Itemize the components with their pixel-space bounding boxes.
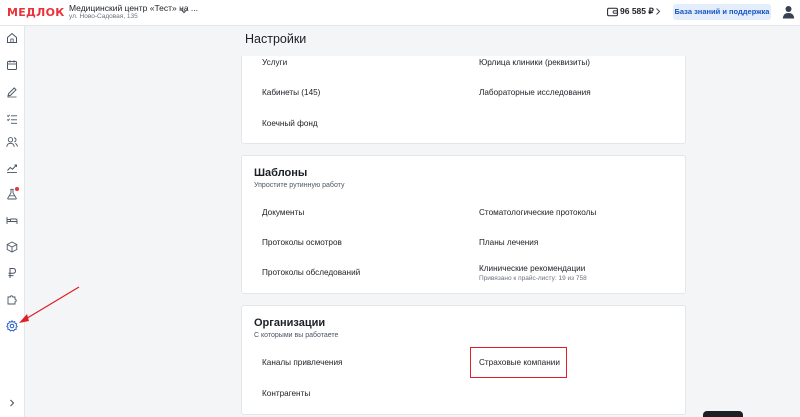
- link-services[interactable]: Услуги: [262, 58, 287, 67]
- bed-icon: [6, 217, 18, 224]
- sidebar-item-tasks[interactable]: [5, 112, 19, 126]
- chevron-right-icon[interactable]: [654, 7, 662, 16]
- card-title: Шаблоны: [254, 167, 308, 179]
- clinic-address: ул. Ново-Садовая, 135: [69, 13, 138, 20]
- wallet-icon: [607, 7, 618, 17]
- sidebar-item-analytics[interactable]: [5, 161, 19, 175]
- gear-icon: [6, 320, 18, 332]
- link-survey-protocols[interactable]: Протоколы обследований: [262, 268, 360, 277]
- sidebar-item-warehouse[interactable]: [5, 240, 19, 254]
- user-profile-icon[interactable]: [782, 5, 795, 19]
- sidebar-item-lab[interactable]: [5, 187, 19, 201]
- sidebar-item-patients[interactable]: [5, 135, 19, 149]
- box-icon: [6, 241, 18, 253]
- link-lab-tests[interactable]: Лабораторные исследования: [479, 88, 591, 97]
- link-clinical-guidelines[interactable]: Клинические рекомендации: [479, 264, 585, 273]
- ruble-icon: [8, 268, 17, 278]
- link-cabinets[interactable]: Кабинеты (145): [262, 88, 320, 97]
- link-acquisition-channels[interactable]: Каналы привлечения: [262, 358, 342, 367]
- settings-card-main: Услуги Кабинеты (145) Коечный фонд Юрлиц…: [241, 56, 686, 144]
- chevron-down-icon[interactable]: [179, 6, 189, 16]
- page-title: Настройки: [245, 32, 307, 46]
- sidebar: [0, 26, 25, 417]
- chart-line-icon: [7, 164, 17, 173]
- settings-card-templates: Шаблоны Упростите рутинную работу Докуме…: [241, 155, 686, 294]
- checklist-icon: [6, 114, 17, 124]
- sidebar-item-finance[interactable]: [5, 266, 19, 280]
- sidebar-item-calendar[interactable]: [5, 58, 19, 72]
- settings-card-organizations: Организации С которыми вы работаете Кана…: [241, 305, 686, 415]
- chat-widget[interactable]: [703, 411, 743, 417]
- sidebar-item-edit[interactable]: [5, 85, 19, 99]
- balance[interactable]: 96 585 ₽: [620, 6, 654, 17]
- link-insurance-companies[interactable]: Страховые компании: [479, 358, 560, 367]
- knowledge-base-button[interactable]: База знаний и поддержка: [673, 4, 771, 20]
- sidebar-item-home[interactable]: [5, 31, 19, 45]
- card-subtitle: Упростите рутинную работу: [254, 182, 345, 189]
- card-title: Организации: [254, 317, 326, 329]
- calendar-icon: [7, 60, 17, 70]
- top-header: МЕДЛОК Медицинский центр «Тест» на ... у…: [0, 0, 800, 26]
- sidebar-item-beds[interactable]: [5, 213, 19, 227]
- sidebar-item-integrations[interactable]: [5, 292, 19, 306]
- link-documents[interactable]: Документы: [262, 208, 304, 217]
- home-icon: [7, 32, 17, 43]
- sidebar-item-settings[interactable]: [5, 319, 19, 333]
- link-counterparties[interactable]: Контрагенты: [262, 389, 310, 398]
- link-exam-protocols[interactable]: Протоколы осмотров: [262, 238, 342, 247]
- guidelines-note: Привязано к прайс-листу: 19 из 758: [479, 275, 587, 282]
- link-bed-fund[interactable]: Коечный фонд: [262, 119, 318, 128]
- link-legal-entities[interactable]: Юрлица клиники (реквизиты): [479, 58, 590, 67]
- card-subtitle: С которыми вы работаете: [254, 332, 339, 339]
- link-treatment-plans[interactable]: Планы лечения: [479, 238, 538, 247]
- link-dental-protocols[interactable]: Стоматологические протоколы: [479, 208, 596, 217]
- users-icon: [6, 137, 18, 147]
- pen-icon: [7, 87, 17, 98]
- chevron-right-icon[interactable]: [7, 398, 17, 408]
- notification-dot: [15, 187, 19, 191]
- logo[interactable]: МЕДЛОК: [7, 6, 65, 19]
- puzzle-icon: [7, 295, 17, 305]
